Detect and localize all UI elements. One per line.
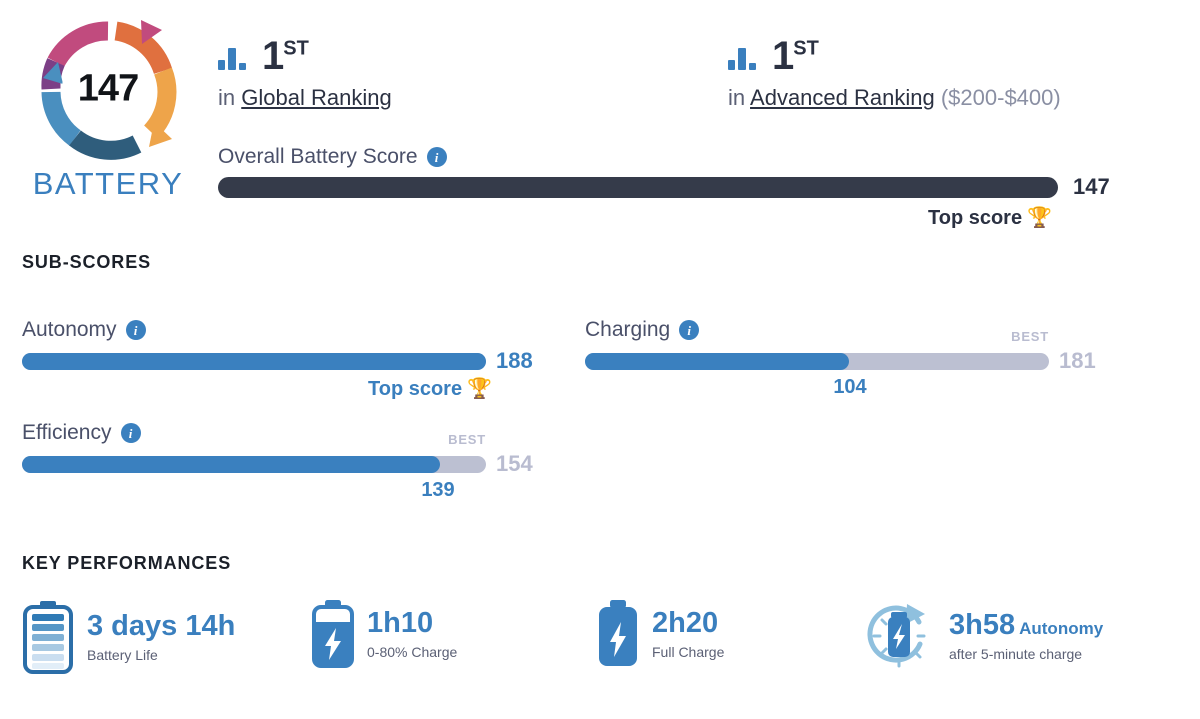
- global-ranking-block: 1ST in Global Ranking: [218, 30, 392, 111]
- logo-score-value: 147: [77, 67, 139, 110]
- subscore-name: Efficiency i: [22, 421, 486, 445]
- subscore-fill: [22, 353, 486, 370]
- subscore-fill: [22, 456, 440, 473]
- ranking-position: 1ST: [262, 34, 309, 78]
- top-score-text: Top score: [368, 378, 463, 400]
- key-performance-label: 0-80% Charge: [367, 643, 458, 660]
- subscore-track: [22, 456, 486, 473]
- subscore-value: 139: [421, 479, 455, 501]
- battery-levels-icon: [22, 600, 74, 674]
- subscore-fill: [585, 353, 850, 370]
- sub-scores-heading: SUB-SCORES: [22, 252, 152, 272]
- best-label: BEST: [1011, 329, 1049, 344]
- overall-score-bar: [218, 177, 1058, 198]
- battery-charging-partial-icon: [312, 600, 354, 668]
- key-performance-text: 3h58 Autonomy after 5-minute charge: [949, 609, 1104, 662]
- trophy-icon: 🏆: [1027, 207, 1052, 229]
- top-score-text: Top score: [928, 207, 1023, 229]
- key-performance-item: 2h20 Full Charge: [597, 600, 724, 668]
- key-performance-label: Full Charge: [652, 643, 725, 660]
- info-icon[interactable]: i: [679, 320, 700, 340]
- key-performance-value: 1h10: [367, 607, 434, 640]
- key-performance-value-suffix: Autonomy: [1019, 619, 1104, 639]
- key-performance-text: 2h20 Full Charge: [652, 607, 725, 660]
- key-performance-label: Battery Life: [87, 646, 158, 663]
- bar-chart-icon: [218, 44, 249, 70]
- overall-score-title: Overall Battery Score: [218, 145, 418, 168]
- quick-charge-icon: [862, 600, 936, 672]
- subscore-track: [585, 353, 1049, 370]
- ranking-position: 1ST: [772, 34, 819, 78]
- battery-charging-full-icon: [597, 600, 639, 668]
- subscore-autonomy: Autonomy i 188 Top score 🏆: [22, 318, 533, 400]
- best-label: BEST: [448, 432, 486, 447]
- subscore-value: 188: [496, 348, 533, 373]
- info-icon[interactable]: i: [426, 147, 447, 167]
- key-performance-value: 3 days 14h: [87, 610, 236, 643]
- ranking-suffix: ST: [283, 37, 309, 60]
- subscore-track: [22, 353, 486, 370]
- key-performance-item: 3h58 Autonomy after 5-minute charge: [862, 600, 1103, 672]
- best-value: 154: [496, 451, 533, 476]
- key-performance-text: 3 days 14h Battery Life: [87, 610, 236, 663]
- subscore-charging: Charging i BEST 181 104: [585, 318, 1096, 398]
- autonomy-top-score-badge: Top score 🏆: [368, 376, 492, 401]
- price-range: ($200-$400): [940, 85, 1061, 110]
- overall-top-score-badge: Top score 🏆: [928, 205, 1052, 230]
- subscore-name: Autonomy i: [22, 318, 486, 342]
- advanced-ranking-block: 1ST in Advanced Ranking ($200-$400): [728, 30, 1061, 111]
- ranking-prefix: in: [728, 85, 746, 110]
- overall-score-value: 147: [1073, 174, 1110, 199]
- battery-score-panel: 147 BATTERY 1ST in Global Ranking 1ST in…: [0, 0, 1200, 719]
- key-performance-item: 1h10 0-80% Charge: [312, 600, 457, 668]
- advanced-ranking-link[interactable]: Advanced Ranking: [750, 85, 935, 110]
- key-performance-value: 3h58 Autonomy: [949, 609, 1104, 642]
- key-performance-text: 1h10 0-80% Charge: [367, 607, 458, 660]
- bar-chart-icon: [728, 44, 759, 70]
- score-ring-icon: 147: [33, 14, 183, 164]
- info-icon[interactable]: i: [120, 423, 141, 443]
- info-icon[interactable]: i: [125, 320, 146, 340]
- ranking-prefix: in: [218, 85, 236, 110]
- subscore-value: 104: [833, 376, 867, 398]
- key-performance-value: 2h20: [652, 607, 719, 640]
- overall-score-label: Overall Battery Score i: [218, 145, 447, 169]
- key-performances-heading: KEY PERFORMANCES: [22, 553, 232, 573]
- key-performance-label: after 5-minute charge: [949, 645, 1083, 662]
- trophy-icon: 🏆: [467, 378, 492, 400]
- key-performance-item: 3 days 14h Battery Life: [22, 600, 235, 674]
- subscore-name: Charging i: [585, 318, 1049, 342]
- logo-wordmark: BATTERY: [32, 166, 184, 201]
- global-ranking-link[interactable]: Global Ranking: [241, 85, 391, 110]
- subscore-efficiency: Efficiency i BEST 154 139: [22, 421, 533, 501]
- ranking-suffix: ST: [793, 37, 819, 60]
- best-value: 181: [1059, 348, 1096, 373]
- battery-logo: 147 BATTERY: [18, 14, 198, 202]
